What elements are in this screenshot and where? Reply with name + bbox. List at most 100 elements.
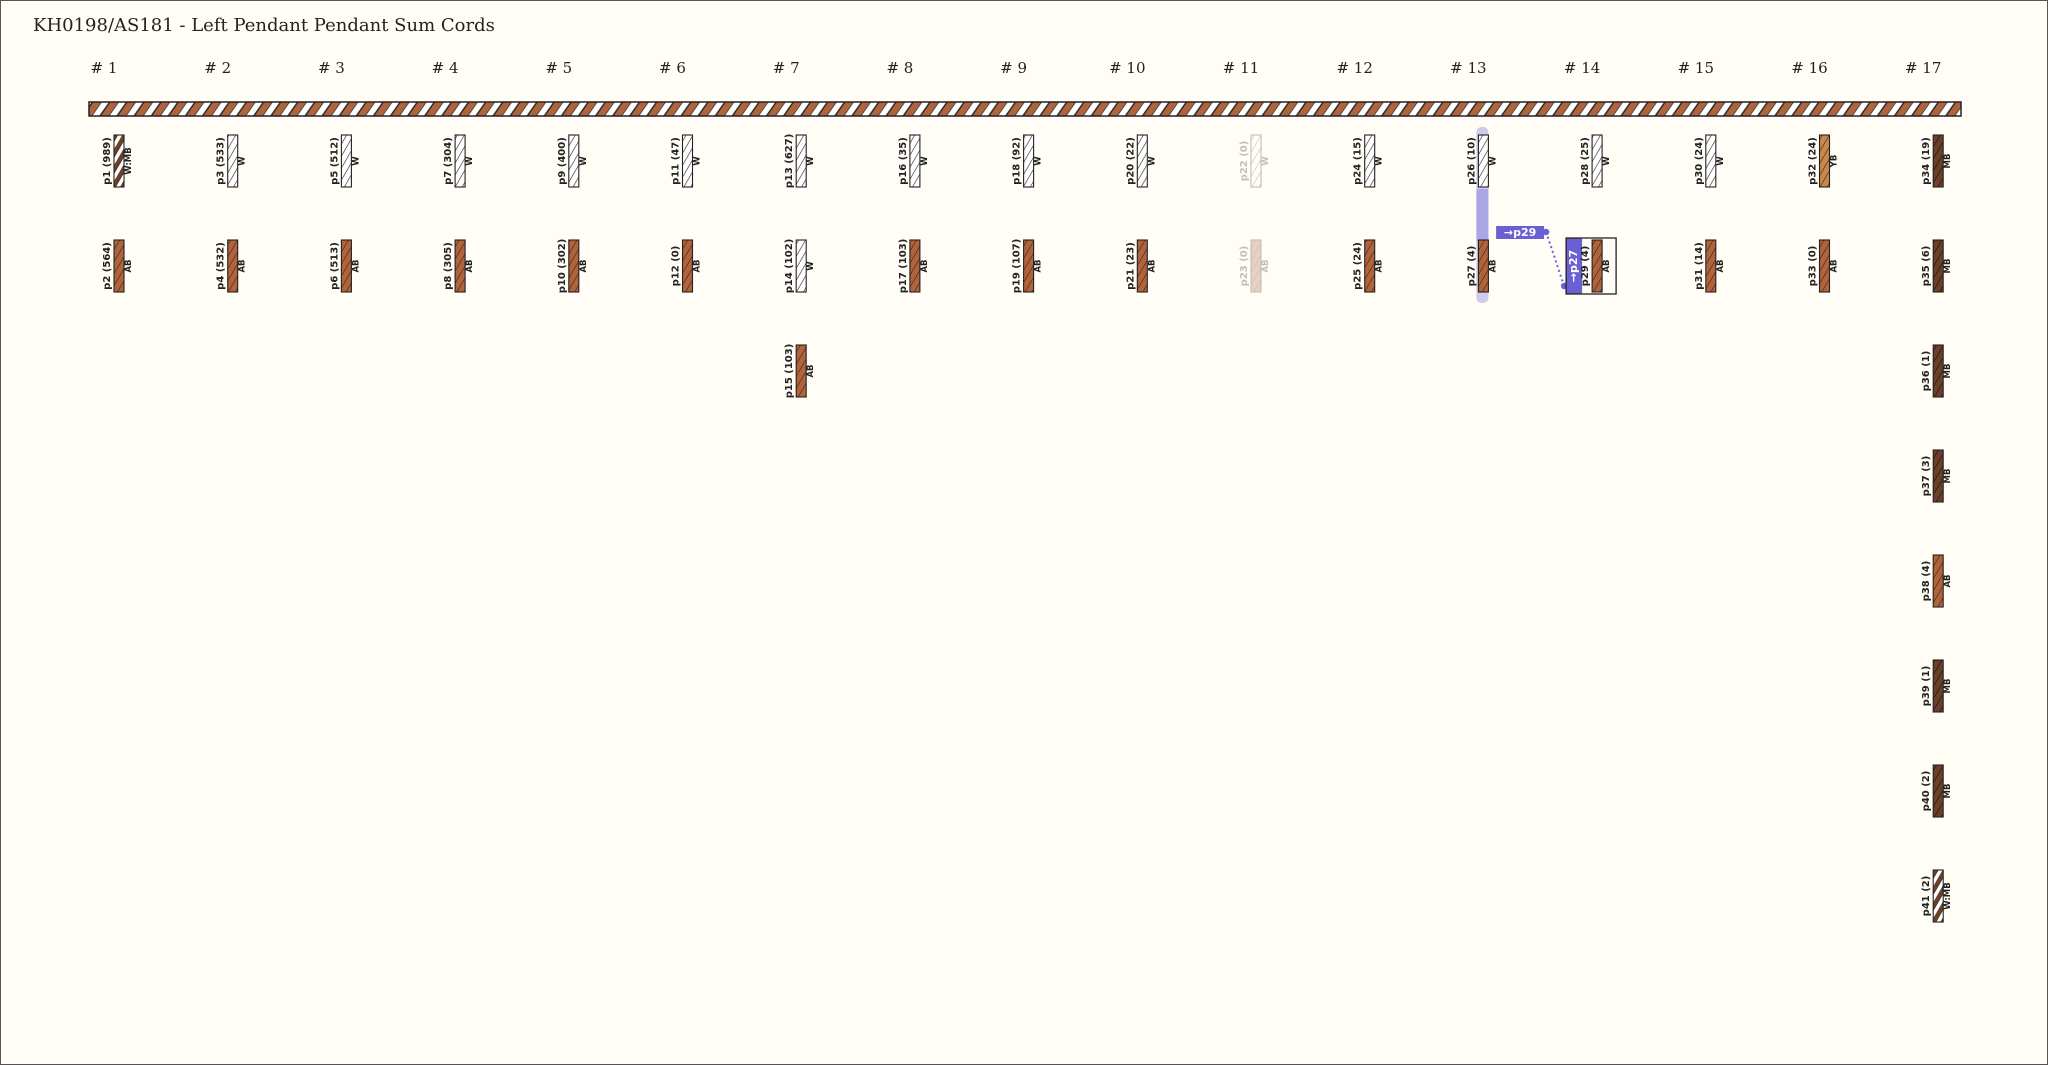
group-number: # 12 xyxy=(1336,59,1372,77)
pendant-cord[interactable]: p25 (24) AB xyxy=(1353,239,1385,293)
pendant-cord[interactable]: p22 (0) W xyxy=(1239,134,1271,188)
cord-swatch xyxy=(1932,659,1944,713)
cord-label: p10 (302) xyxy=(557,239,568,294)
pendant-cord[interactable]: p30 (24) W xyxy=(1694,134,1726,188)
cord-color-label: AB xyxy=(1602,259,1612,272)
group-number: # 5 xyxy=(545,59,572,77)
sum-range-highlight xyxy=(1476,189,1489,241)
cord-color-label: MB xyxy=(1943,784,1953,799)
pendant-cord[interactable]: p14 (102) W xyxy=(784,239,816,294)
cord-swatch xyxy=(681,239,694,293)
pendant-cord[interactable]: p26 (10) W xyxy=(1466,134,1498,188)
cord-color-label: AB xyxy=(693,259,703,272)
pendant-cord[interactable]: p29 (4) AB xyxy=(1580,239,1612,293)
cord-color-label: MB xyxy=(1943,154,1953,169)
cord-label: p31 (14) xyxy=(1694,242,1705,290)
cord-swatch xyxy=(795,344,807,398)
cord-color-label: MB xyxy=(1943,259,1953,274)
cord-color-label: AB xyxy=(1716,259,1726,272)
cord-swatch xyxy=(1250,239,1262,293)
group-number: # 10 xyxy=(1109,59,1145,77)
cord-color-label: AB xyxy=(1261,259,1271,272)
pendant-cord[interactable]: p24 (15) W xyxy=(1353,134,1385,188)
cord-label: p30 (24) xyxy=(1694,137,1705,185)
cord-swatch xyxy=(1023,134,1035,188)
pendant-cord[interactable]: p10 (302) AB xyxy=(557,239,589,294)
pendant-cord[interactable]: p34 (19) MB xyxy=(1921,134,1953,188)
cord-color-label: AB xyxy=(238,259,248,272)
cord-swatch xyxy=(1591,134,1603,188)
cord-swatch xyxy=(113,134,125,188)
group-number: # 9 xyxy=(1000,59,1027,77)
group-number: # 15 xyxy=(1678,59,1714,77)
cord-swatch xyxy=(681,134,694,188)
pendant-cord[interactable]: p13 (627) W xyxy=(784,134,816,189)
pendant-cord[interactable]: p1 (989) W:MB xyxy=(102,134,134,188)
cord-label: p19 (107) xyxy=(1012,239,1023,294)
pendant-cord[interactable]: p15 (103) AB xyxy=(784,344,816,399)
pendant-cord[interactable]: p17 (103) AB xyxy=(898,239,930,294)
pendant-cord[interactable]: p36 (1) MB xyxy=(1921,344,1953,398)
pendant-cord[interactable]: p12 (0) AB xyxy=(671,239,703,293)
pendant-cord[interactable]: p16 (35) W xyxy=(898,134,930,188)
cord-color-label: YB xyxy=(1830,155,1840,169)
pendant-cord[interactable]: p27 (4) AB xyxy=(1466,239,1498,293)
cord-swatch xyxy=(113,239,125,293)
cord-label: p29 (4) xyxy=(1580,246,1591,287)
pendant-cord[interactable]: p38 (4) AB xyxy=(1921,554,1953,608)
cord-label: p20 (22) xyxy=(1125,137,1136,185)
pendant-cord[interactable]: p28 (25) W xyxy=(1580,134,1612,188)
cord-label: p5 (512) xyxy=(329,137,340,185)
cord-label: p16 (35) xyxy=(898,137,909,185)
pendant-cord[interactable]: p23 (0) AB xyxy=(1239,239,1271,293)
cord-swatch xyxy=(1705,239,1717,293)
pendant-cord[interactable]: p6 (513) AB xyxy=(329,239,361,293)
cord-label: p9 (400) xyxy=(557,137,568,185)
cord-swatch xyxy=(227,239,239,293)
group-headers: # 1 # 2 # 3 # 4 # 5 # 6 # 7 # 8 # 9 # 10 # 11 # 12 #… xyxy=(91,59,1942,77)
cord-swatch xyxy=(1932,239,1944,293)
cord-label: p21 (23) xyxy=(1125,242,1136,290)
pendant-cord[interactable]: p37 (3) MB xyxy=(1921,449,1953,503)
sum-link-line xyxy=(1545,231,1566,287)
pendant-cord[interactable]: p41 (2) W:MB xyxy=(1921,869,1953,923)
pendant-cord[interactable]: p19 (107) AB xyxy=(1012,239,1044,294)
cord-label: p3 (533) xyxy=(216,137,227,185)
pendant-cord[interactable]: p2 (564) AB xyxy=(102,239,134,293)
pendant-cord[interactable]: p7 (304) W xyxy=(443,134,475,188)
group-number: # 4 xyxy=(432,59,459,77)
pendant-cord[interactable]: p8 (305) AB xyxy=(443,239,475,293)
cord-label: p41 (2) xyxy=(1921,876,1932,917)
pendant-cord[interactable]: p20 (22) W xyxy=(1125,134,1157,188)
cord-label: p6 (513) xyxy=(329,242,340,290)
cord-color-label: W:MB xyxy=(1943,882,1953,909)
cord-label: p32 (24) xyxy=(1808,137,1819,185)
cord-swatch xyxy=(909,134,921,188)
cord-color-label: W xyxy=(806,156,816,166)
pendant-cord[interactable]: p35 (6) MB xyxy=(1921,239,1953,293)
cord-swatch xyxy=(909,239,921,293)
pendant-cord[interactable]: p4 (532) AB xyxy=(216,239,248,293)
cord-color-label: W:MB xyxy=(124,147,134,174)
pendant-cord[interactable]: p18 (92) W xyxy=(1012,134,1044,188)
pendant-cord[interactable]: p33 (0) AB xyxy=(1808,239,1840,293)
group-number: # 7 xyxy=(773,59,800,77)
cord-swatch xyxy=(1705,134,1717,188)
pendant-cord[interactable]: p11 (47) W xyxy=(671,134,703,188)
pendant-cord[interactable]: p21 (23) AB xyxy=(1125,239,1157,293)
cord-swatch xyxy=(568,239,580,293)
pendant-cord[interactable]: p40 (2) MB xyxy=(1921,764,1953,818)
cord-label: p28 (25) xyxy=(1580,137,1591,185)
pendant-cord[interactable]: p9 (400) W xyxy=(557,134,589,188)
cord-swatch xyxy=(1250,134,1262,188)
group-number: # 3 xyxy=(318,59,345,77)
cord-swatch xyxy=(795,134,807,188)
pendant-cord[interactable]: p39 (1) MB xyxy=(1921,659,1953,713)
pendant-cord[interactable]: p5 (512) W xyxy=(329,134,361,188)
pendant-cord[interactable]: p31 (14) AB xyxy=(1694,239,1726,293)
cord-color-label: AB xyxy=(920,259,930,272)
group-number: # 16 xyxy=(1791,59,1827,77)
pendant-cord[interactable]: p32 (24) YB xyxy=(1808,134,1840,188)
cord-color-label: AB xyxy=(1375,259,1385,272)
pendant-cord[interactable]: p3 (533) W xyxy=(216,134,248,188)
